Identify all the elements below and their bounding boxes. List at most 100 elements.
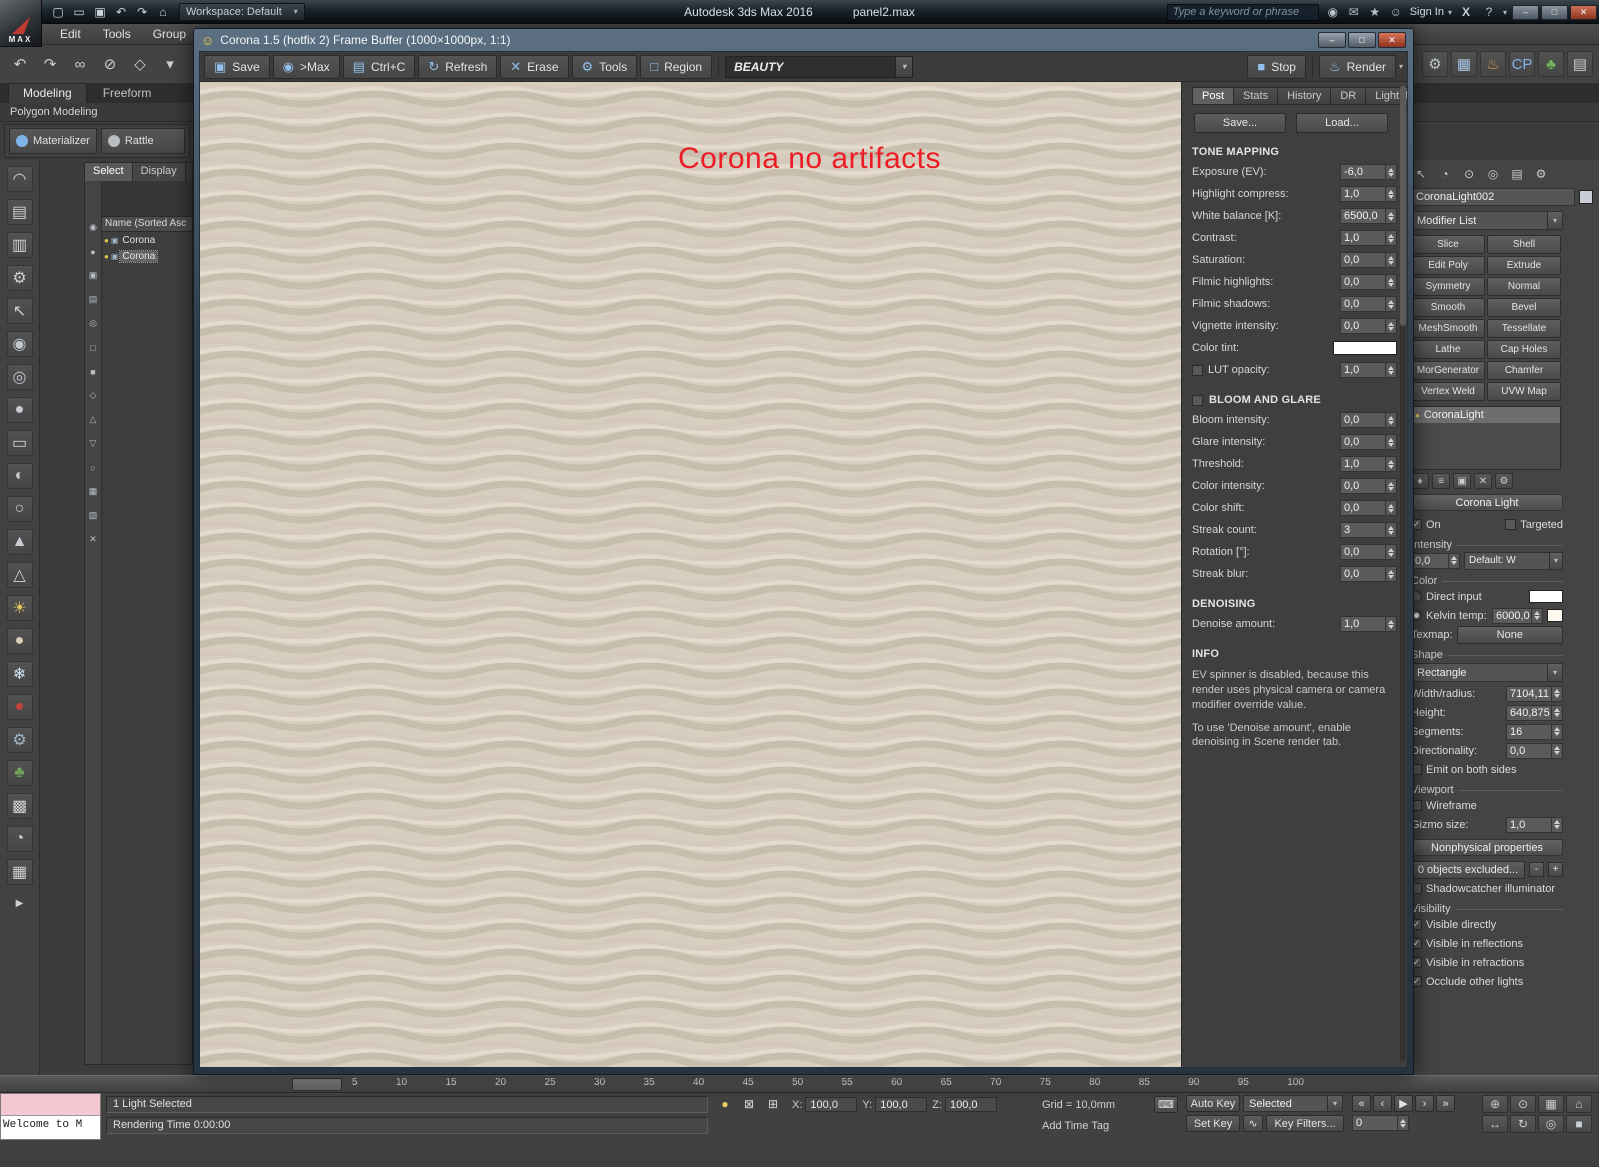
sign-in-button[interactable]: Sign In ▾ <box>1410 6 1452 18</box>
modifier-button[interactable]: UVW Map <box>1487 382 1561 401</box>
tool-icon-ring[interactable]: ◎ <box>6 364 33 390</box>
spinner-arrows[interactable] <box>1386 412 1397 428</box>
display-tab-icon[interactable]: ▤ <box>1507 165 1527 183</box>
tab[interactable]: DR <box>1330 87 1366 105</box>
auto-key-button[interactable]: Auto Key <box>1186 1095 1240 1112</box>
exclude-add-button[interactable]: + <box>1548 862 1563 877</box>
open-file-icon[interactable]: ▭ <box>69 2 89 22</box>
motion-tab-icon[interactable]: ◎ <box>1483 165 1503 183</box>
shape-dropdown[interactable]: Rectangle ▾ <box>1411 663 1563 682</box>
app-close-button[interactable]: ✕ <box>1570 4 1597 20</box>
undo-icon[interactable]: ↶ <box>111 2 131 22</box>
spinner-arrows[interactable] <box>1398 1115 1409 1131</box>
value-spinner[interactable]: 0,0 <box>1340 566 1397 582</box>
unlink-selection-icon[interactable]: ⊘ <box>96 50 124 78</box>
tool-icon-panel[interactable]: ▤ <box>6 199 33 225</box>
project-folder-icon[interactable]: ⌂ <box>153 2 173 22</box>
value-spinner[interactable]: 0,0 <box>1340 296 1397 312</box>
zoom-region-icon[interactable]: ⌂ <box>1566 1095 1592 1113</box>
object-name-field[interactable]: CoronaLight002 <box>1411 188 1575 206</box>
tool-icon-snow[interactable]: ❄ <box>6 661 33 687</box>
spinner-arrows[interactable] <box>1386 252 1397 268</box>
tab[interactable]: Stats <box>1233 87 1278 105</box>
explorer-filter-icon-7[interactable]: ■ <box>87 365 100 378</box>
zoom-all-icon[interactable]: ⊙ <box>1510 1095 1536 1113</box>
create-tab-icon[interactable]: ↖ <box>1411 165 1431 183</box>
explorer-filter-icon-9[interactable]: △ <box>87 413 100 426</box>
targeted-checkbox[interactable] <box>1505 519 1517 530</box>
scene-explorer-row[interactable]: ● ▣ Corona <box>102 232 192 248</box>
spinner-arrows[interactable] <box>1386 456 1397 472</box>
tab-freeform[interactable]: Freeform <box>89 84 166 103</box>
explorer-filter-icon-3[interactable]: ▣ <box>87 269 100 282</box>
configure-modifier-sets-icon[interactable]: ⚙ <box>1495 473 1513 489</box>
next-frame-button[interactable]: › <box>1415 1095 1434 1112</box>
set-key-button[interactable]: Set Key <box>1186 1115 1240 1132</box>
explorer-filter-icon-4[interactable]: ▤ <box>87 293 100 306</box>
bind-to-spacewarp-icon[interactable]: ◇ <box>126 50 154 78</box>
new-key-filter-icon[interactable]: ∿ <box>1243 1115 1263 1132</box>
selection-set-dropdown[interactable]: Selected ▾ <box>1243 1095 1343 1112</box>
spinner-arrows[interactable] <box>1386 566 1397 582</box>
panel-scrollbar[interactable] <box>1400 86 1406 1061</box>
selection-lock-icon[interactable]: ⊠ <box>740 1096 758 1112</box>
previous-frame-button[interactable]: ‹ <box>1373 1095 1392 1112</box>
value-spinner[interactable]: 6500,0 <box>1340 208 1397 224</box>
parameter-spinner[interactable]: 640,875 <box>1506 704 1563 721</box>
coordinate-field[interactable]: 100,0 <box>875 1097 928 1112</box>
spinner-arrows[interactable] <box>1386 434 1397 450</box>
toolbar-expand-arrow[interactable]: ▶ <box>16 898 24 909</box>
materializer-button[interactable]: Materializer <box>9 128 97 154</box>
spinner-arrows[interactable] <box>1386 478 1397 494</box>
macro-recorder-pane[interactable] <box>1 1094 100 1116</box>
color-swatch[interactable] <box>1333 341 1397 355</box>
spinner-arrows[interactable] <box>1386 616 1397 632</box>
render-production-icon[interactable]: ♨ <box>1480 51 1506 77</box>
rollout-nonphysical[interactable]: Nonphysical properties <box>1411 839 1563 856</box>
spinner-arrows[interactable] <box>1386 544 1397 560</box>
explorer-filter-icon-12[interactable]: ▦ <box>87 485 100 498</box>
new-file-icon[interactable]: ▢ <box>48 2 68 22</box>
explorer-filter-icon-13[interactable]: ▧ <box>87 509 100 522</box>
post-load-button[interactable]: Load... <box>1296 113 1388 133</box>
kelvin-spinner[interactable]: 6000,0 <box>1492 607 1543 624</box>
tool-icon-sand-sphere[interactable]: ● <box>6 628 33 654</box>
direct-color-swatch[interactable] <box>1529 590 1563 603</box>
modifier-button[interactable]: Lathe <box>1411 340 1485 359</box>
light-bulb-icon[interactable]: ● <box>1415 411 1420 420</box>
exchange-icon[interactable]: X <box>1457 3 1475 21</box>
gizmo-size-spinner[interactable]: 1,0 <box>1506 816 1563 833</box>
spinner-arrows[interactable] <box>1552 685 1563 702</box>
exclude-remove-button[interactable]: - <box>1529 862 1544 877</box>
tool-icon-sheet[interactable]: ▥ <box>6 232 33 258</box>
modifier-button[interactable]: Symmetry <box>1411 277 1485 296</box>
spinner-arrows[interactable] <box>1386 522 1397 538</box>
coordinate-field[interactable]: 100,0 <box>805 1097 858 1112</box>
tool-icon-ball[interactable]: ● <box>6 397 33 423</box>
tool-icon-gear[interactable]: ⚙ <box>6 265 33 291</box>
go-to-end-button[interactable]: » <box>1436 1095 1455 1112</box>
selection-filter-icon[interactable]: ▾ <box>156 50 184 78</box>
vfb-maximize-button[interactable]: □ <box>1348 32 1376 48</box>
value-spinner[interactable]: 1,0 <box>1340 230 1397 246</box>
menu-item[interactable]: Edit <box>50 25 91 43</box>
menu-item[interactable]: Group <box>143 25 196 43</box>
modifier-button[interactable]: Bevel <box>1487 298 1561 317</box>
app-maximize-button[interactable]: □ <box>1541 4 1568 20</box>
modifier-button[interactable]: Edit Poly <box>1411 256 1485 275</box>
value-spinner[interactable]: 0,0 <box>1340 252 1397 268</box>
scene-explorer-row[interactable]: ● ▣ Corona <box>102 248 192 264</box>
explorer-filter-icon-6[interactable]: □ <box>87 341 100 354</box>
parameter-spinner[interactable]: 16 <box>1506 723 1563 740</box>
explorer-filter-icon-14[interactable]: ✕ <box>87 533 100 546</box>
cp-icon[interactable]: CP <box>1509 51 1535 77</box>
modifier-button[interactable]: Shell <box>1487 235 1561 254</box>
intensity-spinner[interactable]: 0,0 <box>1411 552 1460 569</box>
render-setup-icon[interactable]: ⚙ <box>1422 51 1448 77</box>
save-button[interactable]: ▣ Save <box>204 54 270 79</box>
modifier-button[interactable]: Vertex Weld <box>1411 382 1485 401</box>
explorer-filter-icon-10[interactable]: ▽ <box>87 437 100 450</box>
play-button[interactable]: ▶ <box>1394 1095 1413 1112</box>
layer-manager-icon[interactable]: ▤ <box>1567 51 1593 77</box>
environment-icon[interactable]: ♣ <box>1538 51 1564 77</box>
